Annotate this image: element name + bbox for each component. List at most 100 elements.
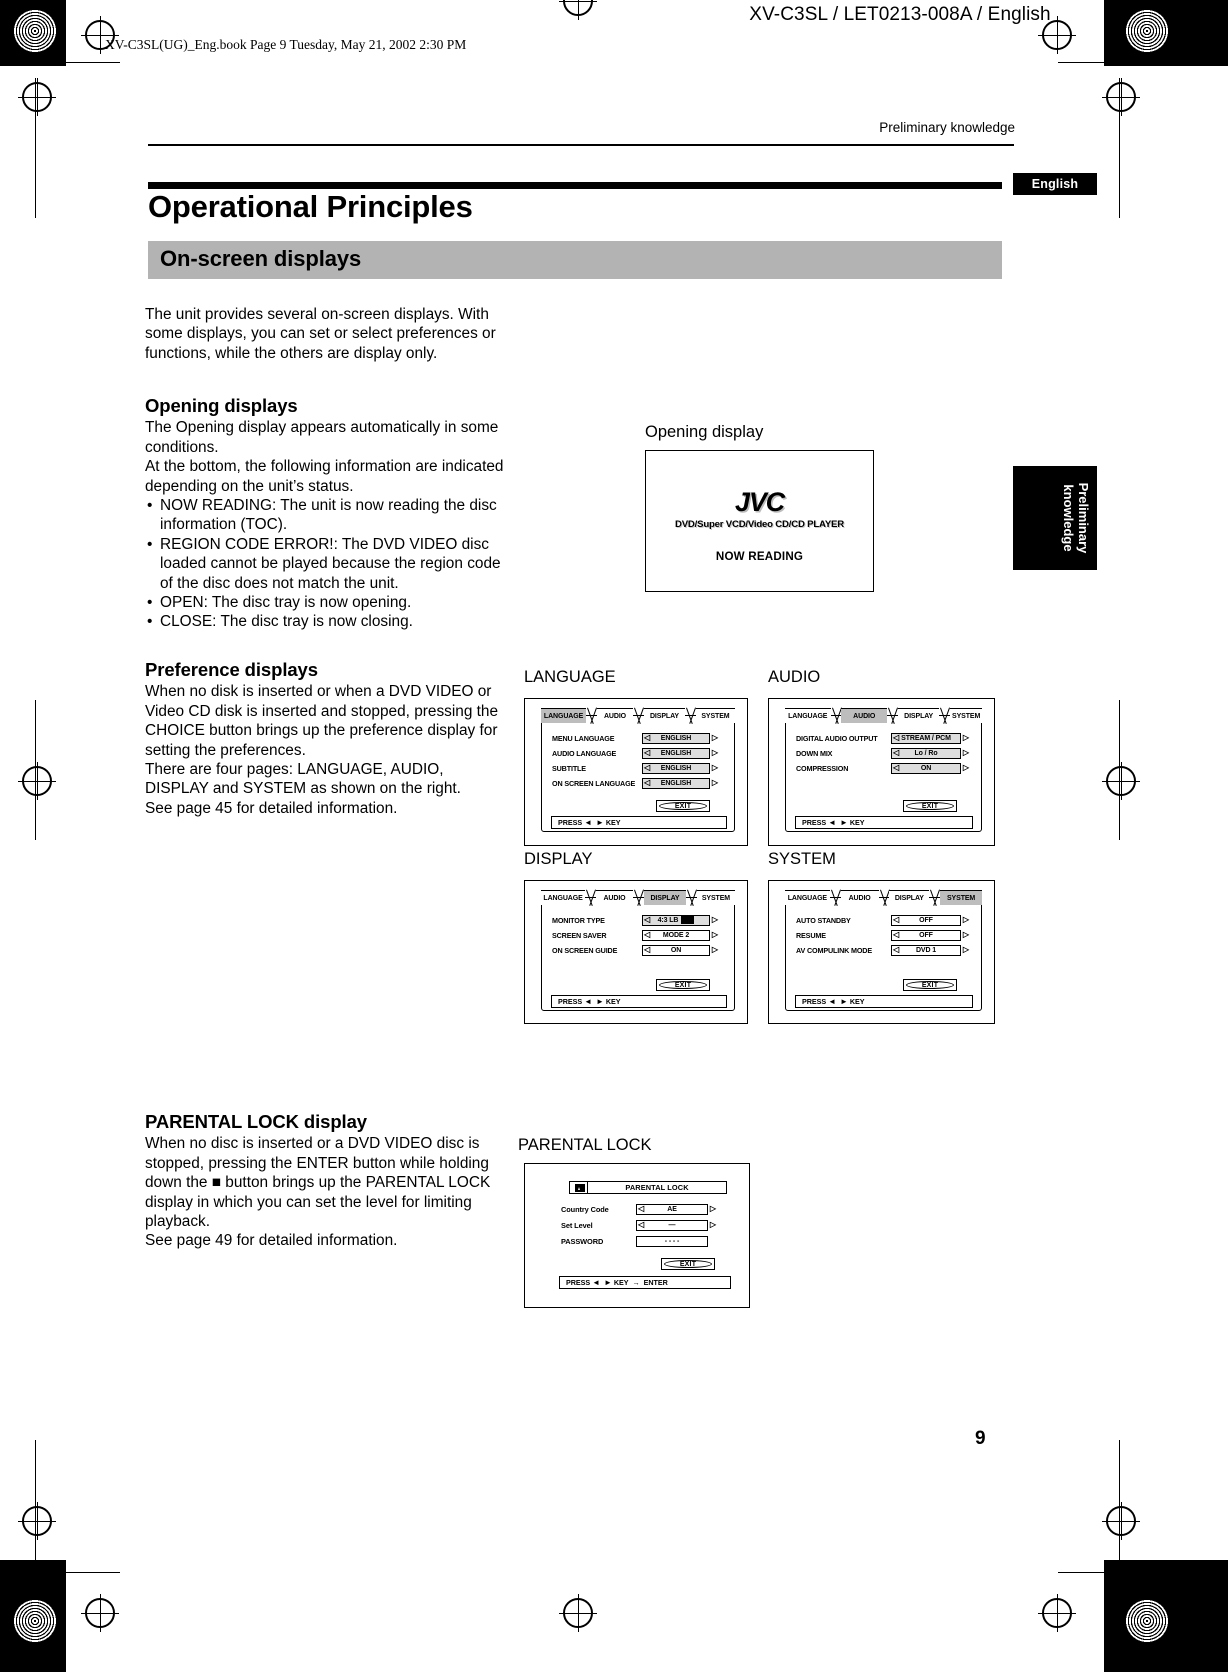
setting-value-box[interactable]: ◁ STREAM / PCM ▷ bbox=[891, 732, 969, 744]
right-arrow-icon[interactable]: ▷ bbox=[710, 1205, 716, 1213]
setting-value: ENGLISH bbox=[660, 734, 692, 742]
setting-row[interactable]: DOWN MIX ◁ Lo / Ro ▷ bbox=[796, 747, 976, 759]
setting-value-box[interactable]: ◁ Lo / Ro ▷ bbox=[891, 747, 969, 759]
left-arrow-icon[interactable]: ◁ bbox=[644, 764, 650, 772]
right-arrow-icon[interactable]: ▷ bbox=[963, 734, 969, 742]
right-arrow-icon[interactable]: ▷ bbox=[712, 764, 718, 772]
left-arrow-icon[interactable]: ◁ bbox=[893, 946, 899, 954]
right-arrow-icon[interactable]: ▷ bbox=[963, 764, 969, 772]
tab-display[interactable]: DISPLAY bbox=[897, 708, 940, 723]
setting-value-box[interactable]: ◁ ENGLISH ▷ bbox=[642, 762, 718, 774]
halftone-dot-tr bbox=[1124, 8, 1170, 54]
left-arrow-icon[interactable]: ◁ bbox=[644, 734, 650, 742]
setting-row[interactable]: MONITOR TYPE ◁ 4:3 LB ▷ bbox=[552, 914, 727, 926]
password-field[interactable]: - - - - bbox=[636, 1235, 708, 1247]
setting-value-box[interactable]: ◁ ON ▷ bbox=[891, 762, 969, 774]
right-arrow-icon: ► bbox=[604, 1278, 612, 1287]
setting-row[interactable]: Country Code ◁ AE ▷ bbox=[561, 1203, 729, 1215]
tab-system[interactable]: SYSTEM bbox=[696, 890, 736, 905]
tab-system[interactable]: SYSTEM bbox=[695, 708, 736, 723]
osd-rows-display: MONITOR TYPE ◁ 4:3 LB ▷ SCREEN SAVER ◁ M… bbox=[552, 914, 727, 959]
tab-separator bbox=[831, 708, 842, 723]
exit-button[interactable]: EXIT bbox=[903, 800, 957, 812]
setting-row[interactable]: AV COMPULINK MODE ◁ DVD 1 ▷ bbox=[796, 944, 976, 956]
right-arrow-icon[interactable]: ▷ bbox=[710, 1221, 716, 1229]
setting-value: ON bbox=[920, 764, 932, 772]
left-arrow-icon[interactable]: ◁ bbox=[638, 1221, 644, 1229]
setting-row[interactable]: PASSWORD - - - - bbox=[561, 1235, 729, 1247]
left-arrow-icon[interactable]: ◁ bbox=[644, 931, 650, 939]
setting-value-box[interactable]: ◁ ON ▷ bbox=[642, 944, 718, 956]
intro-paragraph: The unit provides several on-screen disp… bbox=[145, 305, 505, 363]
tab-language[interactable]: LANGUAGE bbox=[785, 708, 831, 723]
right-arrow-icon[interactable]: ▷ bbox=[712, 946, 718, 954]
setting-value-box[interactable]: ◁ OFF ▷ bbox=[891, 914, 969, 926]
tab-audio[interactable]: AUDIO bbox=[841, 708, 887, 723]
left-arrow-icon[interactable]: ◁ bbox=[893, 764, 899, 772]
left-arrow-icon[interactable]: ◁ bbox=[893, 916, 899, 924]
opening-bullet-list: NOW READING: The unit is now reading the… bbox=[145, 496, 505, 632]
tab-display[interactable]: DISPLAY bbox=[643, 708, 686, 723]
section-title: On-screen displays bbox=[160, 246, 362, 271]
setting-value-box[interactable]: ◁ MODE 2 ▷ bbox=[642, 929, 718, 941]
tab-audio[interactable]: AUDIO bbox=[596, 708, 634, 723]
setting-row[interactable]: SCREEN SAVER ◁ MODE 2 ▷ bbox=[552, 929, 727, 941]
tab-language[interactable]: LANGUAGE bbox=[541, 708, 587, 723]
tab-display[interactable]: DISPLAY bbox=[889, 890, 930, 905]
press-key-text: PRESS bbox=[802, 997, 827, 1006]
setting-value-box[interactable]: ◁ ENGLISH ▷ bbox=[642, 747, 718, 759]
setting-row[interactable]: ON SCREEN GUIDE ◁ ON ▷ bbox=[552, 944, 727, 956]
setting-row[interactable]: SUBTITLE ◁ ENGLISH ▷ bbox=[552, 762, 727, 774]
letterbox-icon bbox=[681, 916, 695, 924]
right-arrow-icon[interactable]: ▷ bbox=[963, 916, 969, 924]
left-arrow-icon[interactable]: ◁ bbox=[638, 1205, 644, 1213]
setting-value-box[interactable]: ◁ 4:3 LB ▷ bbox=[642, 914, 718, 926]
setting-row[interactable]: AUTO STANDBY ◁ OFF ▷ bbox=[796, 914, 976, 926]
setting-value-box[interactable]: ◁ DVD 1 ▷ bbox=[891, 944, 969, 956]
exit-button[interactable]: EXIT bbox=[903, 979, 957, 991]
setting-label: ON SCREEN GUIDE bbox=[552, 945, 618, 955]
left-arrow-icon[interactable]: ◁ bbox=[893, 931, 899, 939]
left-arrow-icon[interactable]: ◁ bbox=[644, 916, 650, 924]
right-arrow-icon[interactable]: ▷ bbox=[712, 734, 718, 742]
setting-row[interactable]: Set Level ◁ — ▷ bbox=[561, 1219, 729, 1231]
left-arrow-icon[interactable]: ◁ bbox=[644, 946, 650, 954]
tab-language[interactable]: LANGUAGE bbox=[541, 890, 586, 905]
setting-value-box[interactable]: ◁ ENGLISH ▷ bbox=[642, 732, 718, 744]
exit-label: EXIT bbox=[921, 802, 939, 810]
left-arrow-icon[interactable]: ◁ bbox=[644, 749, 650, 757]
press-key-suffix: KEY bbox=[849, 818, 865, 827]
tab-language[interactable]: LANGUAGE bbox=[785, 890, 830, 905]
setting-row[interactable]: AUDIO LANGUAGE ◁ ENGLISH ▷ bbox=[552, 747, 727, 759]
right-arrow-icon[interactable]: ▷ bbox=[712, 749, 718, 757]
tab-audio[interactable]: AUDIO bbox=[595, 890, 634, 905]
press-key-suffix: KEY bbox=[613, 1278, 629, 1287]
tab-system[interactable]: SYSTEM bbox=[950, 708, 982, 723]
setting-value-box[interactable]: ◁ ENGLISH ▷ bbox=[642, 777, 718, 789]
right-arrow-icon[interactable]: ▷ bbox=[712, 779, 718, 787]
setting-row[interactable]: COMPRESSION ◁ ON ▷ bbox=[796, 762, 976, 774]
right-arrow-icon[interactable]: ▷ bbox=[963, 749, 969, 757]
right-arrow-icon[interactable]: ▷ bbox=[963, 931, 969, 939]
setting-row[interactable]: DIGITAL AUDIO OUTPUT ◁ STREAM / PCM ▷ bbox=[796, 732, 976, 744]
tab-display[interactable]: DISPLAY bbox=[643, 890, 687, 905]
left-arrow-icon[interactable]: ◁ bbox=[644, 779, 650, 787]
left-arrow-icon[interactable]: ◁ bbox=[893, 749, 899, 757]
setting-row[interactable]: MENU LANGUAGE ◁ ENGLISH ▷ bbox=[552, 732, 727, 744]
setting-label: MONITOR TYPE bbox=[552, 915, 605, 925]
right-arrow-icon[interactable]: ▷ bbox=[712, 916, 718, 924]
setting-value-box[interactable]: ◁ OFF ▷ bbox=[891, 929, 969, 941]
exit-button[interactable]: EXIT bbox=[656, 979, 710, 991]
right-arrow-icon[interactable]: ▷ bbox=[712, 931, 718, 939]
tab-audio[interactable]: AUDIO bbox=[840, 890, 879, 905]
setting-value-box[interactable]: ◁ AE ▷ bbox=[636, 1203, 716, 1215]
exit-button[interactable]: EXIT bbox=[656, 800, 710, 812]
left-arrow-icon[interactable]: ◁ bbox=[893, 734, 899, 742]
setting-value: MODE 2 bbox=[662, 931, 690, 939]
setting-row[interactable]: RESUME ◁ OFF ▷ bbox=[796, 929, 976, 941]
right-arrow-icon[interactable]: ▷ bbox=[963, 946, 969, 954]
exit-button[interactable]: EXIT bbox=[661, 1258, 715, 1270]
setting-value-box[interactable]: ◁ — ▷ bbox=[636, 1219, 716, 1231]
tab-system[interactable]: SYSTEM bbox=[940, 890, 982, 905]
setting-row[interactable]: ON SCREEN LANGUAGE ◁ ENGLISH ▷ bbox=[552, 777, 727, 789]
